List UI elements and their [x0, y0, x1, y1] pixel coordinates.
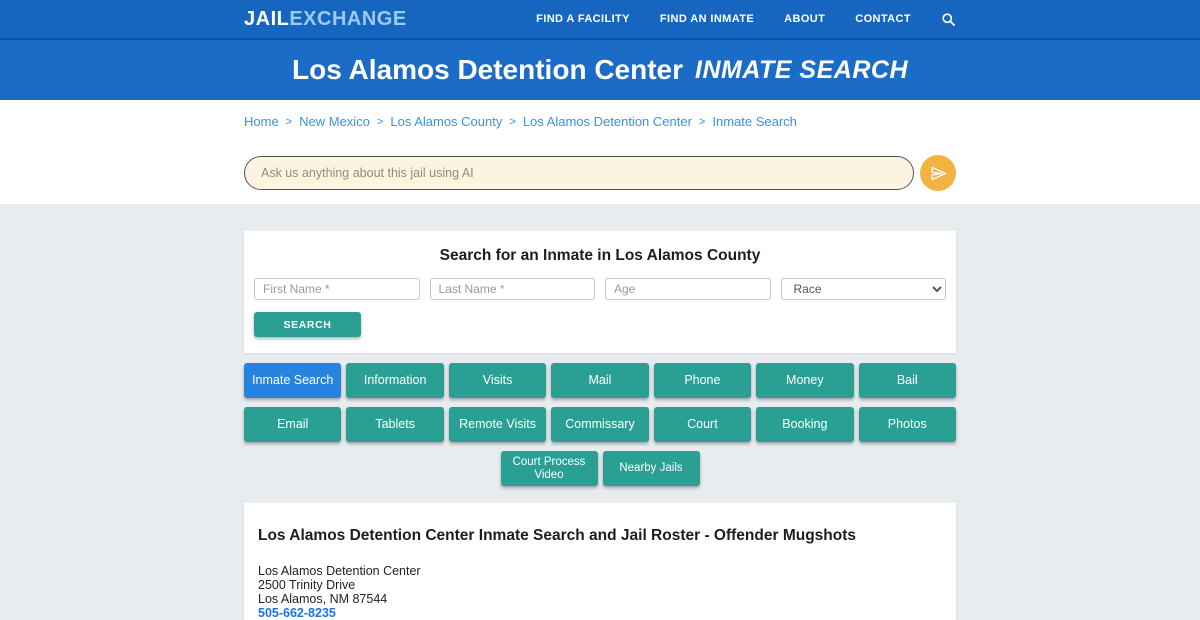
search-button[interactable]: SEARCH	[254, 312, 361, 337]
nav-find-an-inmate[interactable]: FIND AN INMATE	[660, 13, 754, 25]
logo-text-secondary: EXCHANGE	[289, 8, 406, 30]
top-nav-bar: JAILEXCHANGE FIND A FACILITY FIND AN INM…	[0, 0, 1200, 38]
jailexchange-logo[interactable]: JAILEXCHANGE	[244, 8, 407, 31]
address-line: Los Alamos Detention Center	[258, 565, 942, 579]
breadcrumb-separator: >	[509, 116, 515, 128]
tab-email[interactable]: Email	[244, 407, 341, 442]
logo-text-primary: JAIL	[244, 8, 289, 30]
page-subtitle: INMATE SEARCH	[695, 56, 908, 85]
tab-nearby-jails[interactable]: Nearby Jails	[603, 451, 700, 486]
breadcrumb-new-mexico[interactable]: New Mexico	[299, 114, 370, 129]
breadcrumb-facility[interactable]: Los Alamos Detention Center	[523, 114, 692, 129]
nav-find-a-facility[interactable]: FIND A FACILITY	[536, 13, 630, 25]
jail-section-buttons: Inmate Search Information Visits Mail Ph…	[244, 363, 956, 486]
breadcrumb-home[interactable]: Home	[244, 114, 279, 129]
address-line: Los Alamos, NM 87544	[258, 593, 942, 607]
tab-bail[interactable]: Bail	[859, 363, 956, 398]
tab-booking[interactable]: Booking	[756, 407, 853, 442]
race-select[interactable]: Race	[781, 278, 947, 300]
page-title: Los Alamos Detention Center	[292, 54, 683, 86]
breadcrumb-inmate-search[interactable]: Inmate Search	[712, 114, 797, 129]
address-line: 2500 Trinity Drive	[258, 579, 942, 593]
tab-court[interactable]: Court	[654, 407, 751, 442]
breadcrumb-separator: >	[699, 116, 705, 128]
form-title: Search for an Inmate in Los Alamos Count…	[254, 247, 946, 265]
facility-address: Los Alamos Detention Center 2500 Trinity…	[258, 565, 942, 620]
tab-mail[interactable]: Mail	[551, 363, 648, 398]
tab-tablets[interactable]: Tablets	[346, 407, 443, 442]
tab-inmate-search[interactable]: Inmate Search	[244, 363, 341, 398]
search-icon[interactable]	[941, 12, 956, 27]
breadcrumb-separator: >	[377, 116, 383, 128]
age-input[interactable]	[605, 278, 771, 300]
last-name-input[interactable]	[430, 278, 596, 300]
facility-info-title: Los Alamos Detention Center Inmate Searc…	[258, 527, 942, 545]
ai-search-bar	[244, 155, 956, 191]
tab-commissary[interactable]: Commissary	[551, 407, 648, 442]
top-nav-links: FIND A FACILITY FIND AN INMATE ABOUT CON…	[536, 12, 956, 27]
breadcrumb-section: Home > New Mexico > Los Alamos County > …	[0, 100, 1200, 204]
breadcrumb: Home > New Mexico > Los Alamos County > …	[244, 114, 956, 129]
first-name-input[interactable]	[254, 278, 420, 300]
main-content: Search for an Inmate in Los Alamos Count…	[0, 204, 1200, 620]
page-title-banner: Los Alamos Detention Center INMATE SEARC…	[0, 38, 1200, 100]
inmate-search-form-card: Search for an Inmate in Los Alamos Count…	[244, 231, 956, 353]
phone-link[interactable]: 505-662-8235	[258, 606, 336, 620]
breadcrumb-los-alamos-county[interactable]: Los Alamos County	[390, 114, 502, 129]
nav-contact[interactable]: CONTACT	[855, 13, 911, 25]
ai-question-input[interactable]	[244, 156, 914, 190]
facility-info-card: Los Alamos Detention Center Inmate Searc…	[244, 503, 956, 620]
nav-about[interactable]: ABOUT	[784, 13, 825, 25]
tab-remote-visits[interactable]: Remote Visits	[449, 407, 546, 442]
tab-money[interactable]: Money	[756, 363, 853, 398]
breadcrumb-separator: >	[286, 116, 292, 128]
tab-phone[interactable]: Phone	[654, 363, 751, 398]
tab-photos[interactable]: Photos	[859, 407, 956, 442]
ai-send-button[interactable]	[920, 155, 956, 191]
tab-court-process-video[interactable]: Court Process Video	[501, 451, 598, 486]
tab-visits[interactable]: Visits	[449, 363, 546, 398]
paper-plane-icon	[930, 165, 947, 182]
tab-information[interactable]: Information	[346, 363, 443, 398]
